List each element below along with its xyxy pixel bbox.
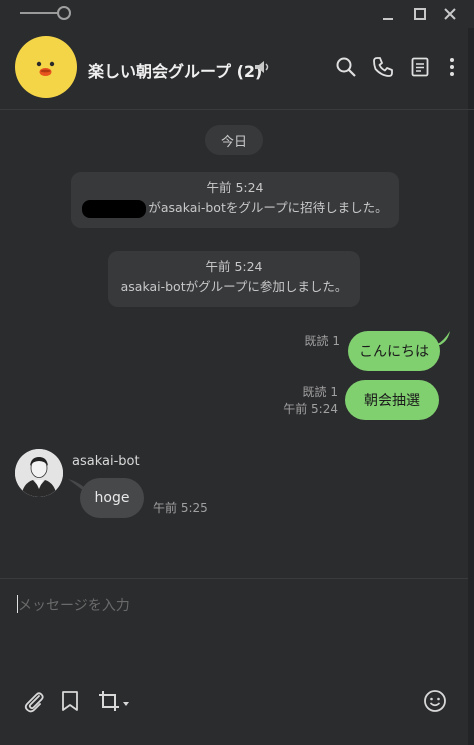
message-time: 午前 5:25: [153, 501, 208, 515]
close-icon[interactable]: [440, 4, 460, 24]
message-list[interactable]: 今日 午前 5:24 がasakai-botをグループに招待しました。 午前 5…: [0, 111, 474, 578]
system-message-text: がasakai-botをグループに招待しました。: [148, 200, 388, 215]
system-message: 午前 5:24 がasakai-botをグループに招待しました。: [71, 172, 399, 228]
opacity-slider-track[interactable]: [20, 12, 60, 14]
phone-icon[interactable]: [372, 56, 394, 78]
maximize-icon[interactable]: [410, 4, 430, 24]
system-message: 午前 5:24 asakai-botがグループに参加しました。: [108, 251, 360, 307]
person-icon: [15, 449, 63, 497]
sender-name: asakai-bot: [72, 454, 140, 469]
chat-header: 楽しい朝会グループ (2): [0, 28, 474, 110]
more-menu-icon[interactable]: [441, 56, 463, 78]
bookmark-icon[interactable]: [58, 689, 82, 713]
chick-icon: [36, 61, 55, 76]
my-message-bubble[interactable]: こんにちは: [348, 331, 440, 371]
speaker-icon[interactable]: [253, 58, 271, 76]
chat-title: 楽しい朝会グループ (2): [88, 62, 263, 81]
read-receipt-text: 既読 1: [304, 334, 340, 348]
group-avatar[interactable]: [15, 36, 77, 98]
minimize-icon[interactable]: [378, 4, 398, 24]
search-icon[interactable]: [335, 56, 357, 78]
message-composer: メッセージを入力: [0, 578, 468, 745]
emoji-icon[interactable]: [423, 689, 447, 713]
redacted-name: [82, 199, 147, 218]
system-message-text: asakai-botがグループに参加しました。: [120, 279, 348, 294]
other-message-bubble[interactable]: hoge: [80, 478, 144, 518]
day-separator: 今日: [205, 125, 263, 155]
system-message-time: 午前 5:24: [205, 259, 263, 274]
screenshot-icon[interactable]: [97, 689, 133, 713]
paperclip-icon[interactable]: [22, 689, 46, 713]
read-receipt: 既読 1: [290, 333, 340, 350]
read-receipt-text: 既読 1: [302, 385, 338, 399]
opacity-slider-knob[interactable]: [57, 6, 71, 20]
read-receipt: 既読 1 午前 5:24: [270, 384, 338, 418]
my-message-bubble[interactable]: 朝会抽選: [345, 380, 439, 420]
message-input[interactable]: メッセージを入力: [18, 595, 130, 615]
window-titlebar: [0, 0, 474, 28]
notes-icon[interactable]: [409, 56, 431, 78]
system-message-time: 午前 5:24: [206, 180, 264, 195]
message-time: 午前 5:24: [283, 402, 338, 416]
bot-avatar[interactable]: [15, 449, 63, 497]
